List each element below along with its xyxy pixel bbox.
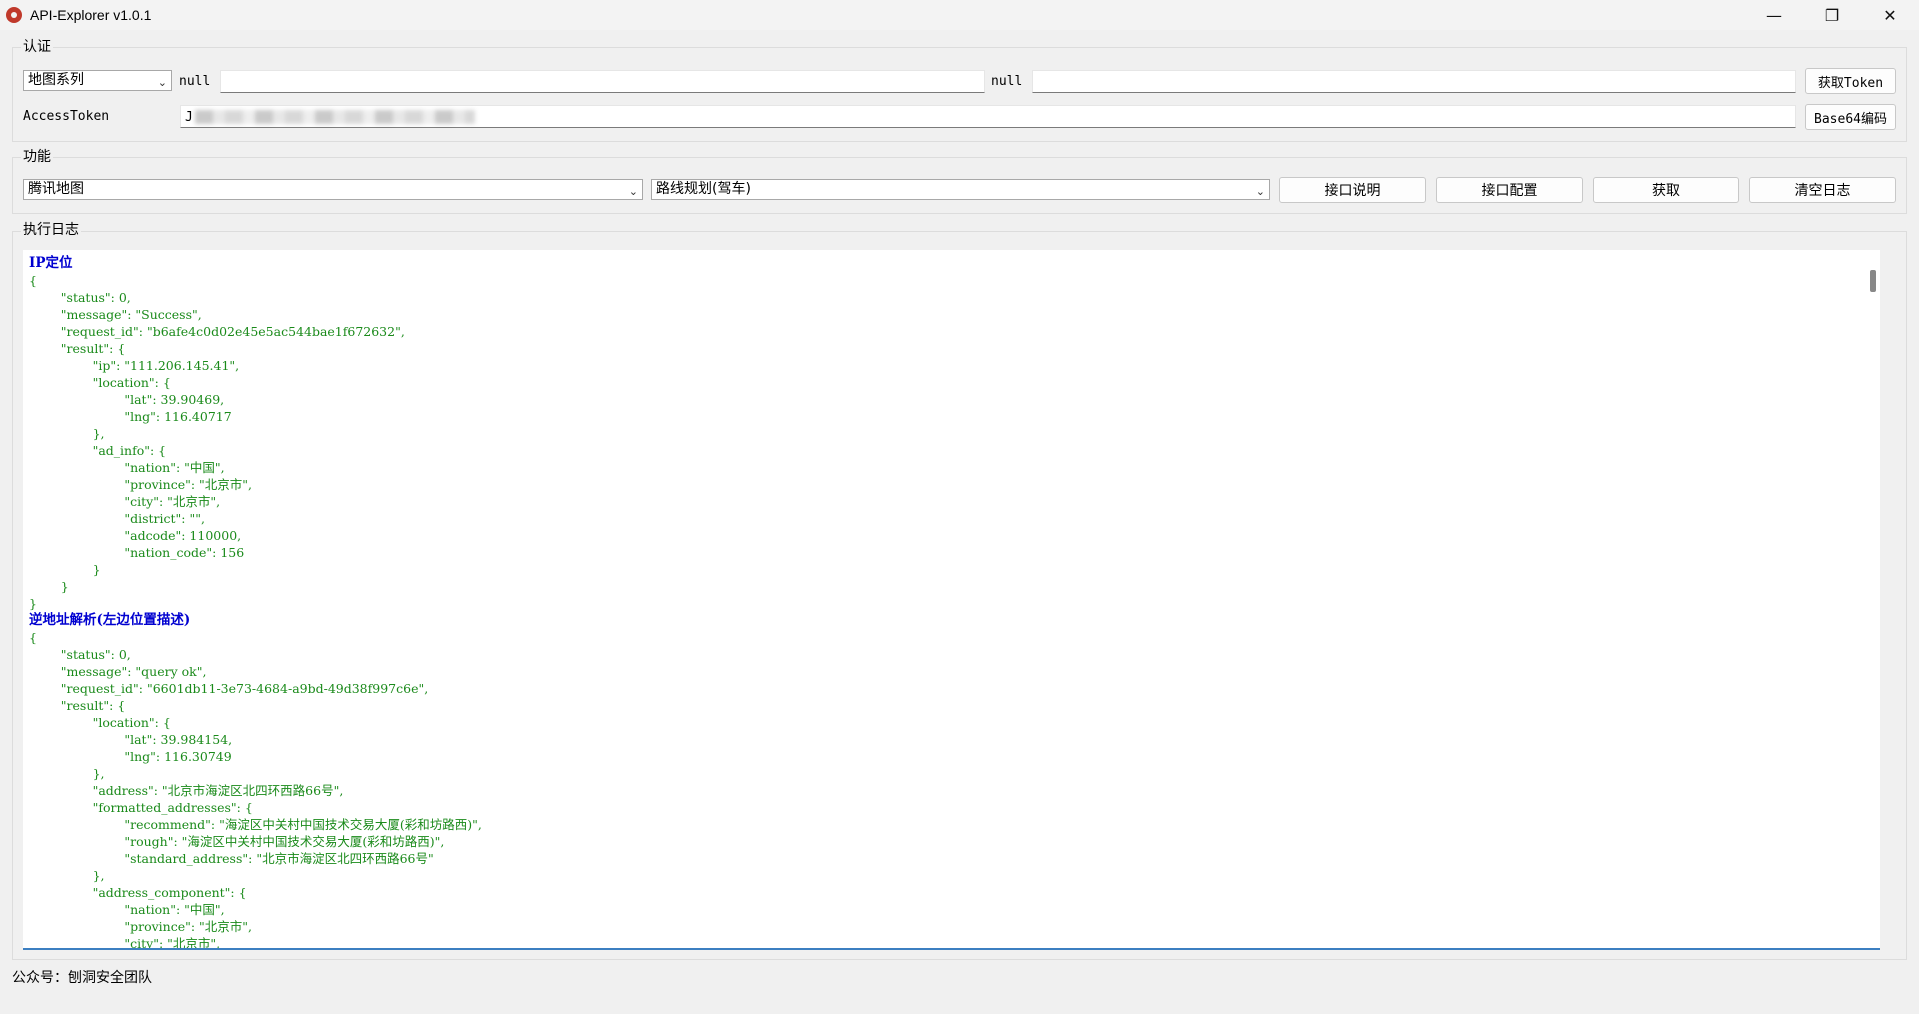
log-textarea[interactable]: IP定位 { "status": 0, "message": "Success",…	[23, 250, 1880, 950]
log-line: "district": "",	[29, 511, 205, 526]
log-line: "adcode": 110000,	[29, 528, 242, 543]
log-content: IP定位 { "status": 0, "message": "Success",…	[23, 250, 1880, 950]
log-line: }	[29, 579, 69, 594]
window-title: API-Explorer v1.0.1	[30, 7, 152, 23]
log-line: {	[29, 630, 37, 645]
log-line: "lat": 39.984154,	[29, 732, 233, 747]
chevron-down-icon: ⌄	[1255, 185, 1265, 198]
clear-log-button[interactable]: 清空日志	[1749, 177, 1896, 203]
field2-label: null	[991, 74, 1023, 89]
log-line: "request_id": "b6afe4c0d02e45e5ac544bae1…	[29, 324, 405, 339]
log-line: "location": {	[29, 375, 171, 390]
provider-select[interactable]: 腾讯地图 ⌄	[23, 179, 643, 200]
log-line: "location": {	[29, 715, 171, 730]
chevron-down-icon: ⌄	[157, 76, 167, 89]
log-line: "ad_info": {	[29, 443, 167, 458]
series-select[interactable]: 地图系列 ⌄	[23, 70, 172, 91]
restore-button[interactable]: ❐	[1803, 0, 1861, 30]
log-line: }	[29, 596, 37, 611]
fetch-button[interactable]: 获取	[1593, 177, 1739, 203]
log-line: "lng": 116.40717	[29, 409, 232, 424]
app-logo-icon	[6, 7, 22, 23]
access-token-label: AccessToken	[23, 109, 110, 124]
log-line: "lat": 39.90469,	[29, 392, 225, 407]
log-line: },	[29, 868, 105, 883]
log-line: "message": "query ok",	[29, 664, 207, 679]
title-bar: API-Explorer v1.0.1 — ❐ ✕	[0, 0, 1919, 30]
access-token-prefix: J	[185, 109, 193, 125]
series-select-value: 地图系列	[28, 72, 84, 88]
log-line: "province": "北京市",	[29, 477, 253, 492]
log-line: "message": "Success",	[29, 307, 202, 322]
log-line: "standard_address": "北京市海淀区北四环西路66号"	[29, 851, 434, 866]
log-section-title: 逆地址解析(左边位置描述)	[29, 612, 191, 628]
log-line: "request_id": "6601db11-3e73-4684-a9bd-4…	[29, 681, 429, 696]
log-section-title: IP定位	[29, 255, 73, 271]
log-line: "ip": "111.206.145.41",	[29, 358, 240, 373]
log-line: "nation_code": 156	[29, 545, 245, 560]
access-token-value: J	[185, 108, 475, 126]
log-line: "status": 0,	[29, 647, 131, 662]
log-line: "result": {	[29, 341, 126, 356]
get-token-button[interactable]: 获取Token	[1805, 68, 1896, 94]
log-line: "formatted_addresses": {	[29, 800, 253, 815]
status-bar-text: 公众号：刨洞安全团队	[12, 970, 152, 986]
log-line: "lng": 116.30749	[29, 749, 232, 764]
log-line: "recommend": "海淀区中关村中国技术交易大厦(彩和坊路西)",	[29, 817, 482, 832]
function-group-label: 功能	[21, 148, 53, 166]
base64-encode-button[interactable]: Base64编码	[1805, 104, 1896, 130]
log-line: },	[29, 766, 105, 781]
log-line: }	[29, 562, 101, 577]
log-line: "city": "北京市",	[29, 494, 221, 509]
log-line: "nation": "中国",	[29, 902, 225, 917]
chevron-down-icon: ⌄	[628, 185, 638, 198]
log-line: "nation": "中国",	[29, 460, 225, 475]
api-select[interactable]: 路线规划(驾车) ⌄	[651, 179, 1270, 200]
close-button[interactable]: ✕	[1861, 0, 1919, 30]
field1-label: null	[179, 74, 211, 89]
log-line: "address_component": {	[29, 885, 247, 900]
log-line: "status": 0,	[29, 290, 131, 305]
api-config-button[interactable]: 接口配置	[1436, 177, 1583, 203]
redacted-token-blur	[194, 110, 475, 124]
log-group-label: 执行日志	[21, 221, 81, 239]
window-controls: — ❐ ✕	[1745, 0, 1919, 30]
log-line: {	[29, 273, 37, 288]
api-doc-button[interactable]: 接口说明	[1279, 177, 1426, 203]
auth-group-label: 认证	[21, 38, 53, 56]
log-line: },	[29, 426, 105, 441]
log-line: "address": "北京市海淀区北四环西路66号",	[29, 783, 344, 798]
log-line: "rough": "海淀区中关村中国技术交易大厦(彩和坊路西)",	[29, 834, 445, 849]
field2-input[interactable]	[1032, 70, 1796, 93]
log-line: "result": {	[29, 698, 126, 713]
provider-select-value: 腾讯地图	[28, 181, 84, 197]
log-line: "city": "北京市",	[29, 936, 221, 950]
log-line: "province": "北京市",	[29, 919, 253, 934]
field1-input[interactable]	[220, 70, 985, 93]
log-scrollbar-thumb[interactable]	[1870, 270, 1876, 292]
access-token-input[interactable]: J	[180, 105, 1796, 128]
api-select-value: 路线规划(驾车)	[656, 181, 751, 197]
minimize-button[interactable]: —	[1745, 0, 1803, 30]
